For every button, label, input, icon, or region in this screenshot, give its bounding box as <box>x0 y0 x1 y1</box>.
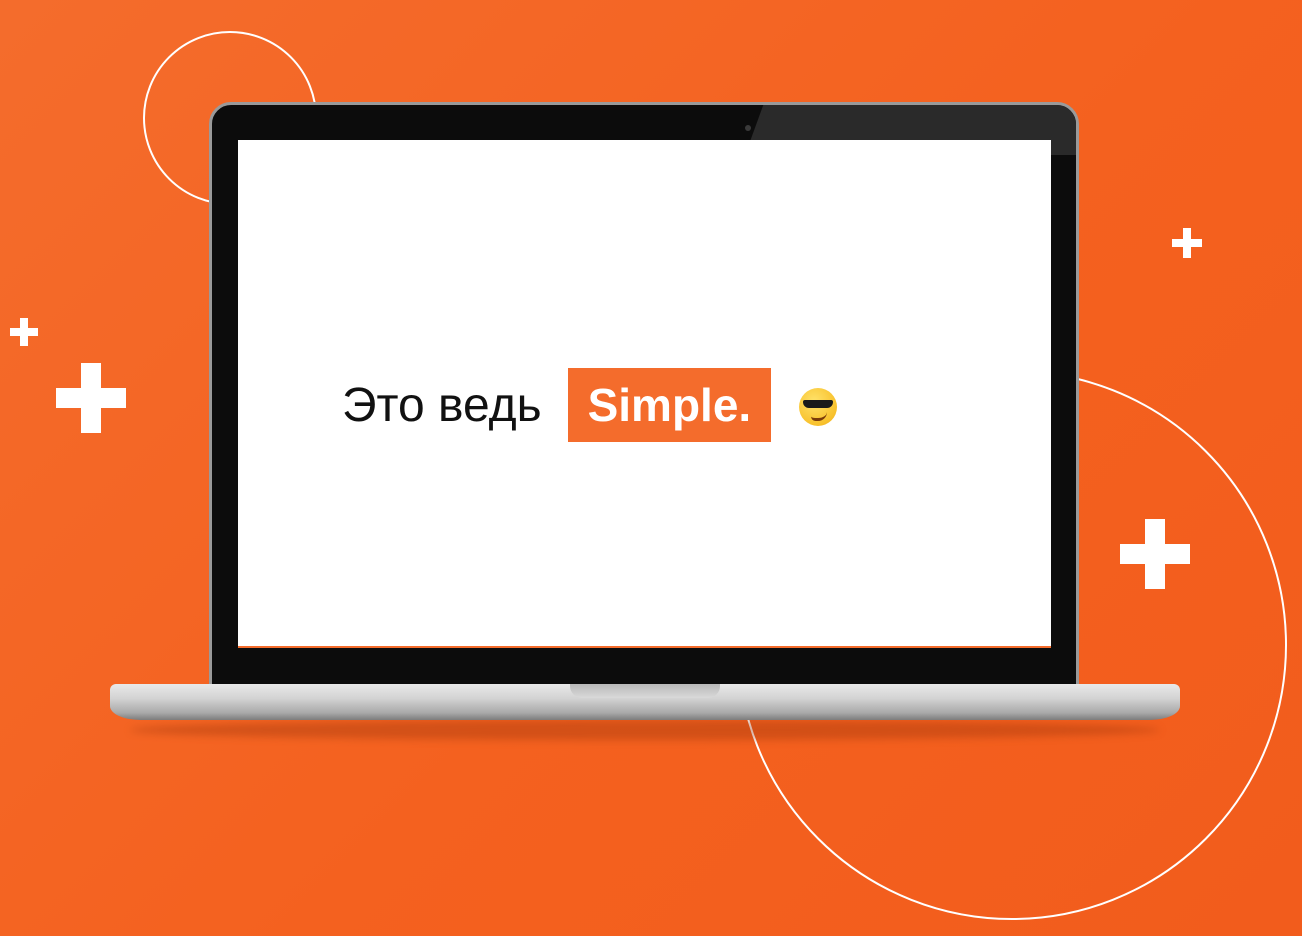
laptop-notch <box>570 684 720 698</box>
laptop-shadow <box>130 720 1160 740</box>
headline-lead-text: Это ведь <box>342 378 542 432</box>
screen-bottom-edge <box>238 646 1051 648</box>
laptop-base <box>110 684 1180 720</box>
laptop-illustration: Это ведь Simple. <box>110 100 1180 740</box>
headline-highlight-text: Simple. <box>567 368 772 442</box>
laptop-screen: Это ведь Simple. <box>238 140 1051 648</box>
camera-icon <box>745 125 751 131</box>
sunglasses-emoji-icon <box>799 388 838 426</box>
headline: Это ведь Simple. <box>342 368 838 442</box>
